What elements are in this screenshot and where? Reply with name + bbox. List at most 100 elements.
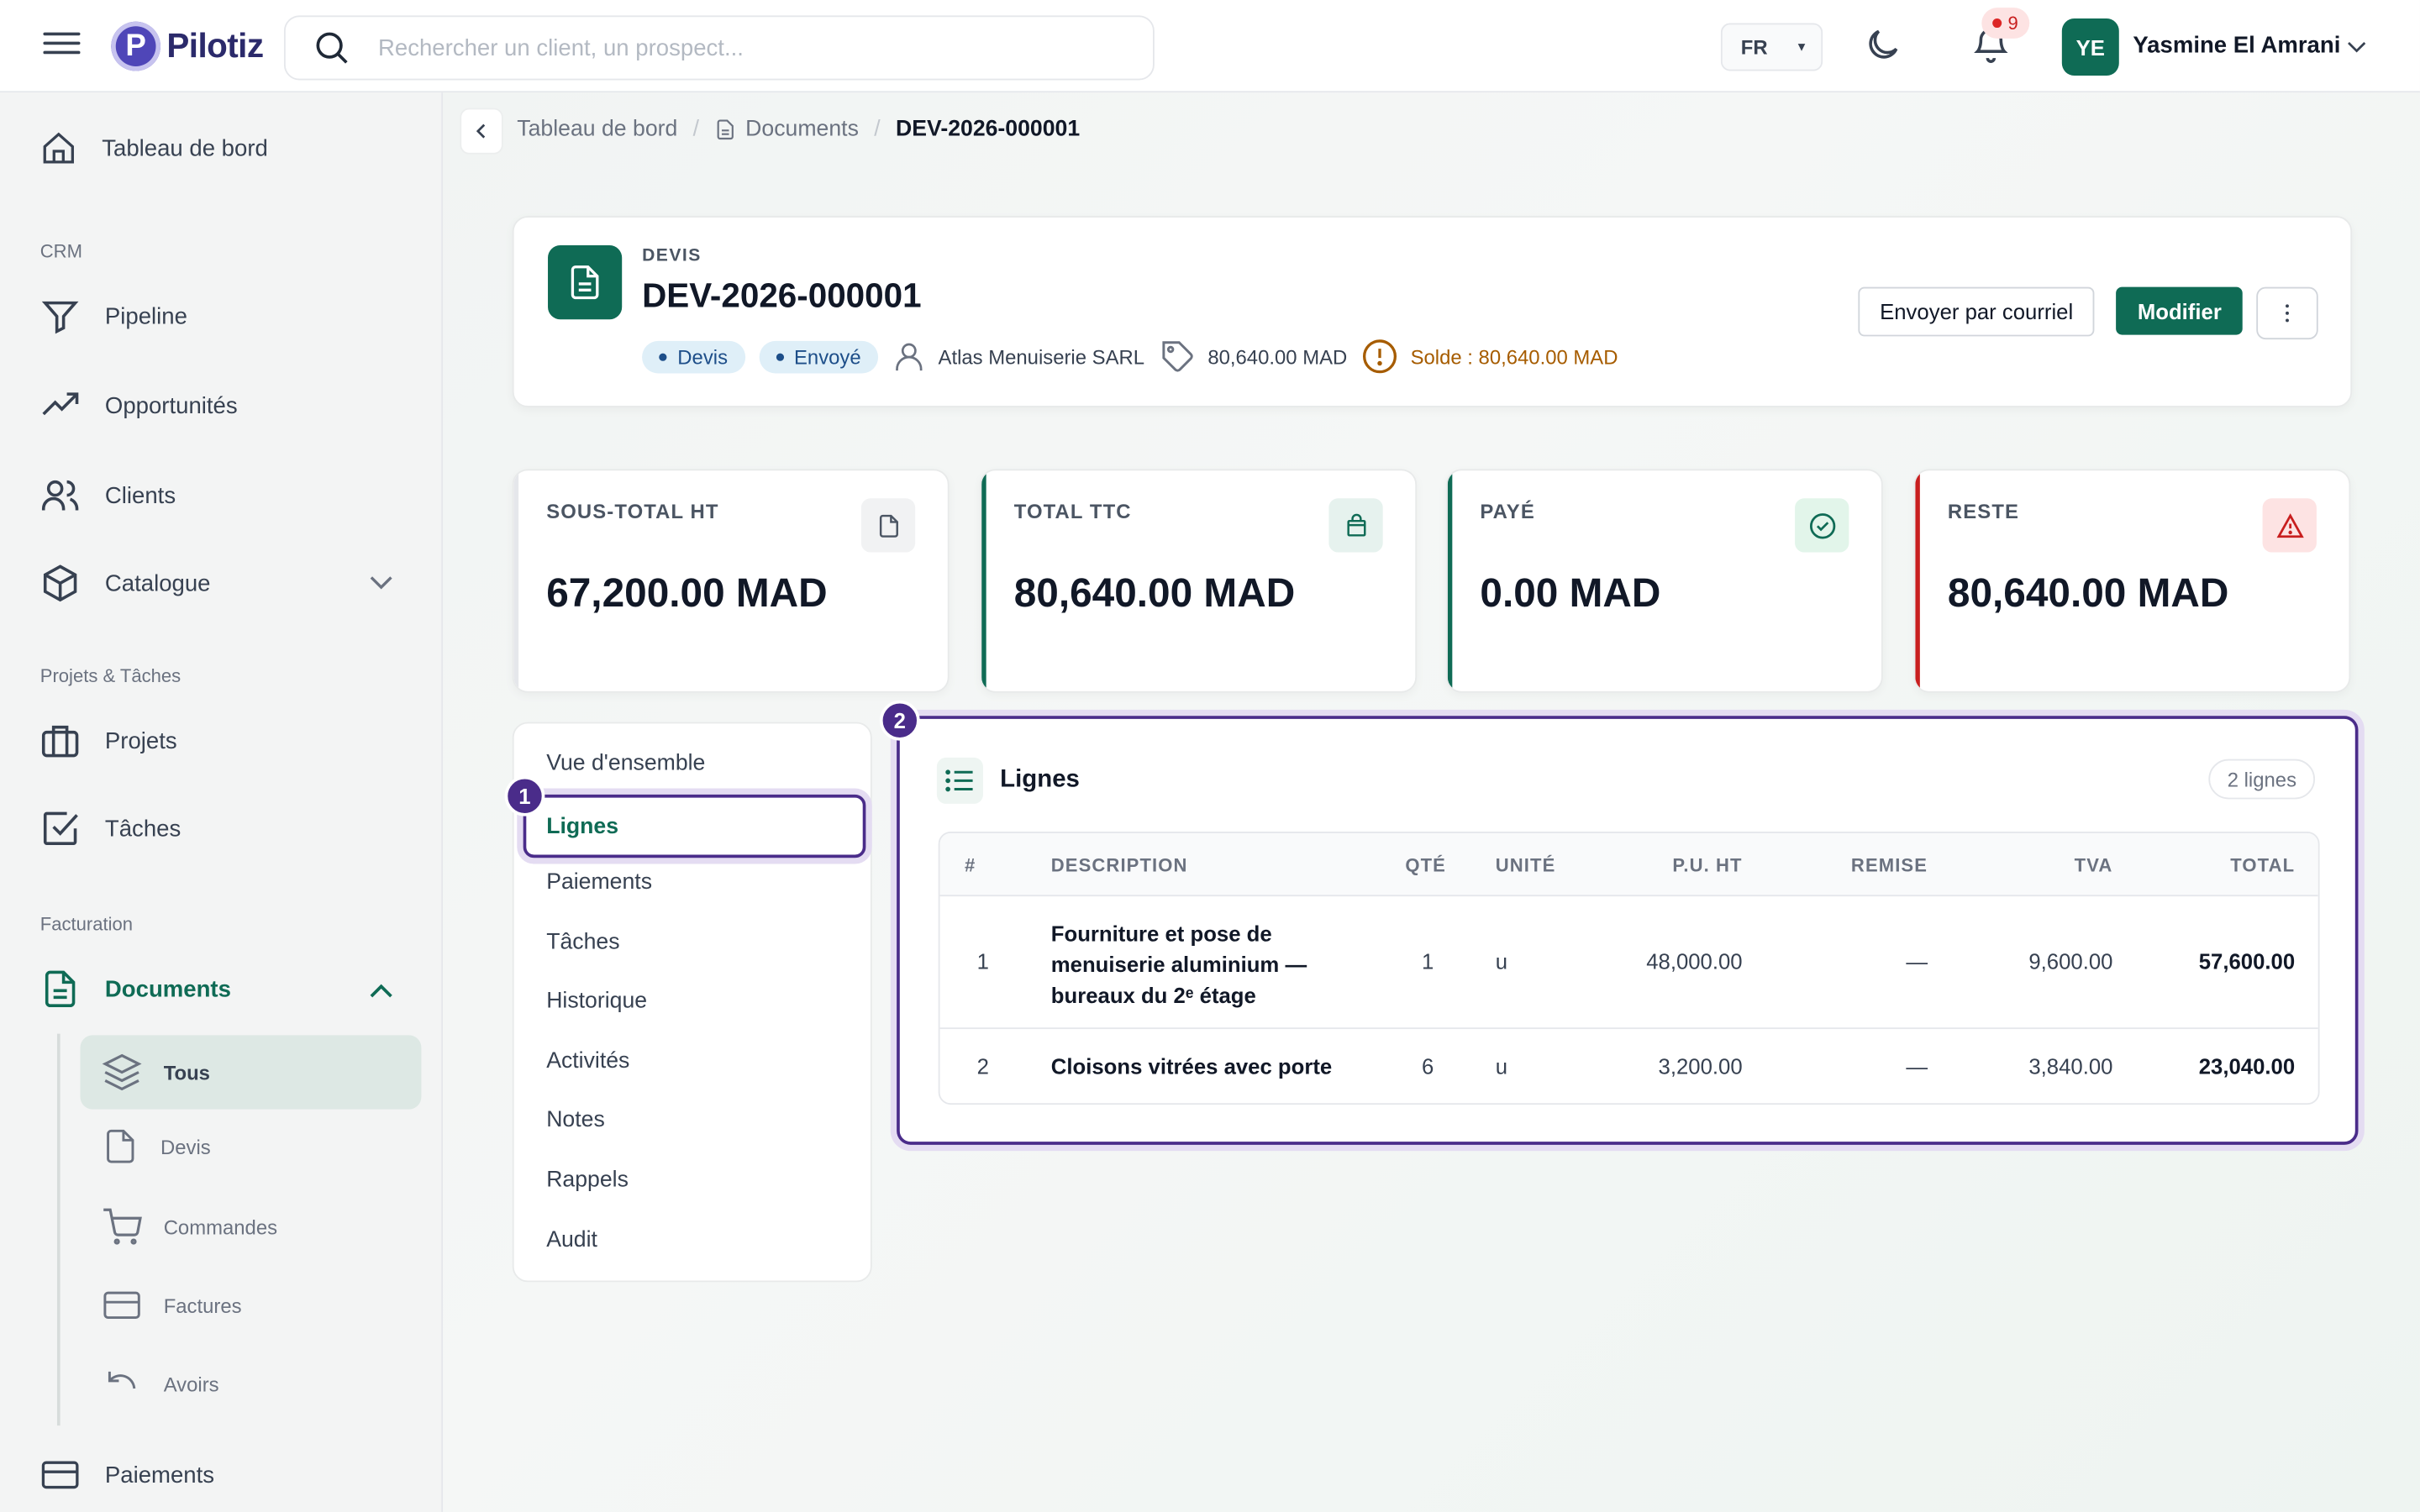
breadcrumb-separator: / bbox=[692, 117, 700, 142]
page-title: DEV-2026-000001 bbox=[642, 276, 922, 315]
sidebar-item-payments[interactable]: Paiements bbox=[40, 1457, 214, 1494]
description-line: bureaux du 2ᵉ étage bbox=[1050, 982, 1256, 1008]
tab-tasks[interactable]: Tâches bbox=[546, 931, 619, 955]
sidebar-subitem-credits[interactable]: Avoirs bbox=[102, 1365, 219, 1402]
app-name: Pilotiz bbox=[166, 26, 264, 66]
status-badge: Envoyé bbox=[758, 339, 878, 373]
app-root: P Pilotiz FR ▼ 9 YE Yasmine El Amrani Ta… bbox=[0, 0, 2420, 1512]
column-header-quantity: QTÉ bbox=[1405, 854, 1446, 877]
caret-down-icon: ▼ bbox=[1795, 39, 1808, 55]
amount-info: 80,640.00 MAD bbox=[1159, 338, 1347, 375]
main-content: Tableau de bord / Documents / DEV-2026-0… bbox=[443, 92, 2420, 1512]
edit-button[interactable]: Modifier bbox=[2116, 286, 2244, 335]
cell-total: 57,600.00 bbox=[2198, 948, 2296, 974]
avatar[interactable]: YE bbox=[2061, 18, 2119, 76]
notification-count: 9 bbox=[2007, 12, 2018, 34]
sidebar-item-projects[interactable]: Projets bbox=[40, 721, 177, 761]
menu-toggle-icon[interactable] bbox=[43, 26, 81, 63]
cell-quantity: 1 bbox=[1421, 948, 1434, 974]
sidebar-subitem-all[interactable]: Tous bbox=[80, 1035, 422, 1110]
user-icon bbox=[895, 343, 923, 371]
stat-card-total-ttc: TOTAL TTC 80,640.00 MAD bbox=[980, 469, 1418, 693]
home-icon bbox=[43, 132, 74, 164]
sidebar-subitem-quotes[interactable]: Devis bbox=[102, 1128, 211, 1165]
user-name[interactable]: Yasmine El Amrani bbox=[2133, 33, 2340, 59]
stat-accent-bar bbox=[1915, 470, 1920, 691]
section-label-billing: Facturation bbox=[39, 913, 134, 936]
sidebar-item-label: Paiements bbox=[104, 1462, 215, 1488]
tab-reminders[interactable]: Rappels bbox=[546, 1168, 629, 1192]
stat-label: TOTAL TTC bbox=[1013, 500, 1132, 523]
trending-up-icon bbox=[42, 392, 79, 416]
stat-label: RESTE bbox=[1947, 500, 2020, 523]
client-link[interactable]: Atlas Menuiserie SARL bbox=[892, 339, 1144, 373]
tab-notes[interactable]: Notes bbox=[546, 1108, 605, 1132]
cell-discount: — bbox=[1906, 1053, 1928, 1079]
sidebar-item-dashboard[interactable]: Tableau de bord bbox=[40, 129, 268, 166]
tab-lines[interactable]: Lignes bbox=[523, 794, 866, 858]
stat-card-paid: PAYÉ 0.00 MAD bbox=[1445, 469, 1883, 693]
tab-history[interactable]: Historique bbox=[546, 989, 647, 1013]
cell-number: 1 bbox=[976, 948, 989, 974]
credit-card-icon bbox=[103, 1291, 140, 1320]
stat-value: 80,640.00 MAD bbox=[1947, 569, 2229, 616]
chevron-down-icon[interactable] bbox=[364, 564, 397, 598]
list-icon-box bbox=[936, 757, 983, 804]
sidebar-subitem-label: Commandes bbox=[163, 1215, 278, 1238]
chevron-left-icon bbox=[476, 123, 486, 139]
submenu-guide-line bbox=[56, 1033, 60, 1426]
stat-icon-box bbox=[1795, 498, 1849, 553]
back-button[interactable] bbox=[460, 108, 503, 155]
breadcrumb-documents[interactable]: Documents bbox=[745, 118, 859, 142]
app-logo[interactable]: P Pilotiz bbox=[111, 21, 264, 71]
more-actions-button[interactable] bbox=[2256, 286, 2318, 340]
annotation-marker-1: 1 bbox=[504, 775, 545, 816]
stat-accent-bar bbox=[981, 470, 986, 691]
sidebar-item-label: Clients bbox=[104, 481, 176, 509]
document-icon bbox=[717, 119, 734, 140]
tab-activities[interactable]: Activités bbox=[546, 1049, 629, 1074]
sidebar-item-label: Tableau de bord bbox=[102, 134, 268, 161]
stat-value: 80,640.00 MAD bbox=[1013, 569, 1296, 616]
file-icon bbox=[107, 1129, 134, 1163]
tab-overview[interactable]: Vue d'ensemble bbox=[546, 751, 705, 775]
sidebar-item-tasks[interactable]: Tâches bbox=[40, 808, 182, 848]
language-value: FR bbox=[1740, 35, 1768, 59]
cell-unit-price: 48,000.00 bbox=[1646, 948, 1743, 974]
undo-icon bbox=[108, 1371, 136, 1389]
cell-description: Fourniture et pose de menuiserie alumini… bbox=[1051, 918, 1307, 1011]
sidebar-item-label: Pipeline bbox=[104, 302, 187, 330]
document-kind: DEVIS bbox=[642, 246, 702, 265]
cell-total: 23,040.00 bbox=[2198, 1053, 2296, 1079]
sidebar-item-catalogue[interactable]: Catalogue bbox=[40, 563, 211, 603]
sidebar-item-pipeline[interactable]: Pipeline bbox=[40, 297, 187, 337]
list-icon bbox=[945, 769, 973, 792]
language-select[interactable]: FR ▼ bbox=[1720, 23, 1823, 71]
tab-audit[interactable]: Audit bbox=[546, 1228, 597, 1252]
breadcrumb-home[interactable]: Tableau de bord bbox=[517, 118, 677, 142]
balance-info: Solde : 80,640.00 MAD bbox=[1361, 338, 1618, 375]
chevron-up-icon[interactable] bbox=[364, 975, 397, 1009]
annotation-marker-2: 2 bbox=[879, 700, 920, 741]
notification-dot bbox=[1992, 18, 2002, 29]
section-label-crm: CRM bbox=[39, 240, 82, 263]
sidebar-item-clients[interactable]: Clients bbox=[40, 475, 176, 516]
sidebar-subitem-orders[interactable]: Commandes bbox=[102, 1206, 277, 1247]
sidebar-item-documents[interactable]: Documents bbox=[40, 969, 231, 1009]
stat-icon-box bbox=[860, 498, 916, 553]
table-row[interactable]: 2 Cloisons vitrées avec porte 6 u 3,200.… bbox=[940, 1029, 2318, 1103]
sidebar-item-opportunities[interactable]: Opportunités bbox=[40, 386, 238, 426]
stat-card-subtotal: SOUS-TOTAL HT 67,200.00 MAD bbox=[512, 469, 950, 693]
sidebar-subitem-invoices[interactable]: Factures bbox=[102, 1287, 242, 1324]
tab-payments[interactable]: Paiements bbox=[546, 870, 652, 895]
filter-icon bbox=[41, 301, 79, 334]
cart-icon bbox=[103, 1208, 142, 1245]
table-row[interactable]: 1 Fourniture et pose de menuiserie alumi… bbox=[939, 896, 2318, 1030]
send-email-button[interactable]: Envoyer par courriel bbox=[1858, 286, 2095, 337]
cell-vat: 9,600.00 bbox=[2028, 948, 2113, 974]
search-input[interactable] bbox=[377, 34, 1088, 61]
chevron-down-icon[interactable] bbox=[2343, 33, 2370, 60]
layers-icon bbox=[102, 1053, 142, 1091]
dark-mode-icon[interactable] bbox=[1863, 24, 1903, 65]
document-tabs: Vue d'ensemble Lignes Paiements Tâches H… bbox=[512, 722, 872, 1283]
